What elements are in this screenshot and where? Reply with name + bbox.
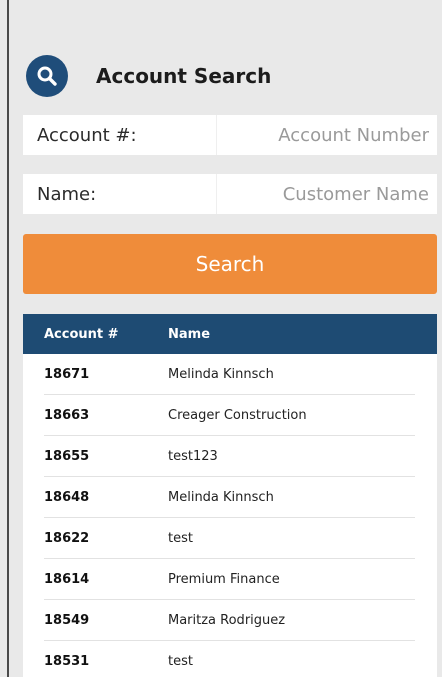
column-header-name: Name [168, 326, 211, 342]
account-number-label: Account #: [23, 115, 216, 155]
account-number-cell: 18648 [44, 490, 90, 505]
customer-name-label: Name: [23, 174, 216, 214]
magnifier-glyph [37, 66, 57, 86]
account-number-cell: 18614 [44, 572, 90, 587]
customer-name-cell: Maritza Rodriguez [168, 613, 286, 628]
customer-name-cell: test123 [168, 449, 218, 464]
table-row[interactable]: 18663 Creager Construction [23, 395, 437, 436]
account-number-cell: 18549 [44, 613, 90, 628]
customer-name-cell: test [168, 654, 193, 669]
account-search-panel: Account Search Account #: Name: Search A… [9, 0, 442, 677]
table-row[interactable]: 18531 test [23, 641, 437, 677]
panel-header: Account Search [26, 52, 271, 100]
results-table: Account # Name 18671 Melinda Kinnsch 186… [23, 314, 437, 677]
account-number-cell: 18622 [44, 531, 90, 546]
account-number-cell: 18663 [44, 408, 90, 423]
account-number-cell: 18531 [44, 654, 90, 669]
page-title: Account Search [96, 64, 272, 88]
field-gap [216, 174, 230, 214]
field-gap [216, 115, 230, 155]
table-row[interactable]: 18549 Maritza Rodriguez [23, 600, 437, 641]
account-number-input[interactable] [230, 115, 437, 155]
results-header: Account # Name [23, 314, 437, 354]
table-row[interactable]: 18622 test [23, 518, 437, 559]
customer-name-input[interactable] [230, 174, 437, 214]
table-row[interactable]: 18648 Melinda Kinnsch [23, 477, 437, 518]
customer-name-cell: Melinda Kinnsch [168, 490, 274, 505]
account-number-row: Account #: [23, 115, 437, 155]
customer-name-cell: Creager Construction [168, 408, 307, 423]
table-row[interactable]: 18671 Melinda Kinnsch [23, 354, 437, 395]
customer-name-row: Name: [23, 174, 437, 214]
customer-name-cell: Premium Finance [168, 572, 280, 587]
column-header-account: Account # [44, 326, 119, 342]
customer-name-cell: Melinda Kinnsch [168, 367, 274, 382]
account-number-cell: 18671 [44, 367, 90, 382]
account-number-cell: 18655 [44, 449, 90, 464]
table-row[interactable]: 18655 test123 [23, 436, 437, 477]
table-row[interactable]: 18614 Premium Finance [23, 559, 437, 600]
customer-name-cell: test [168, 531, 193, 546]
search-icon [26, 55, 68, 97]
search-button[interactable]: Search [23, 234, 437, 294]
